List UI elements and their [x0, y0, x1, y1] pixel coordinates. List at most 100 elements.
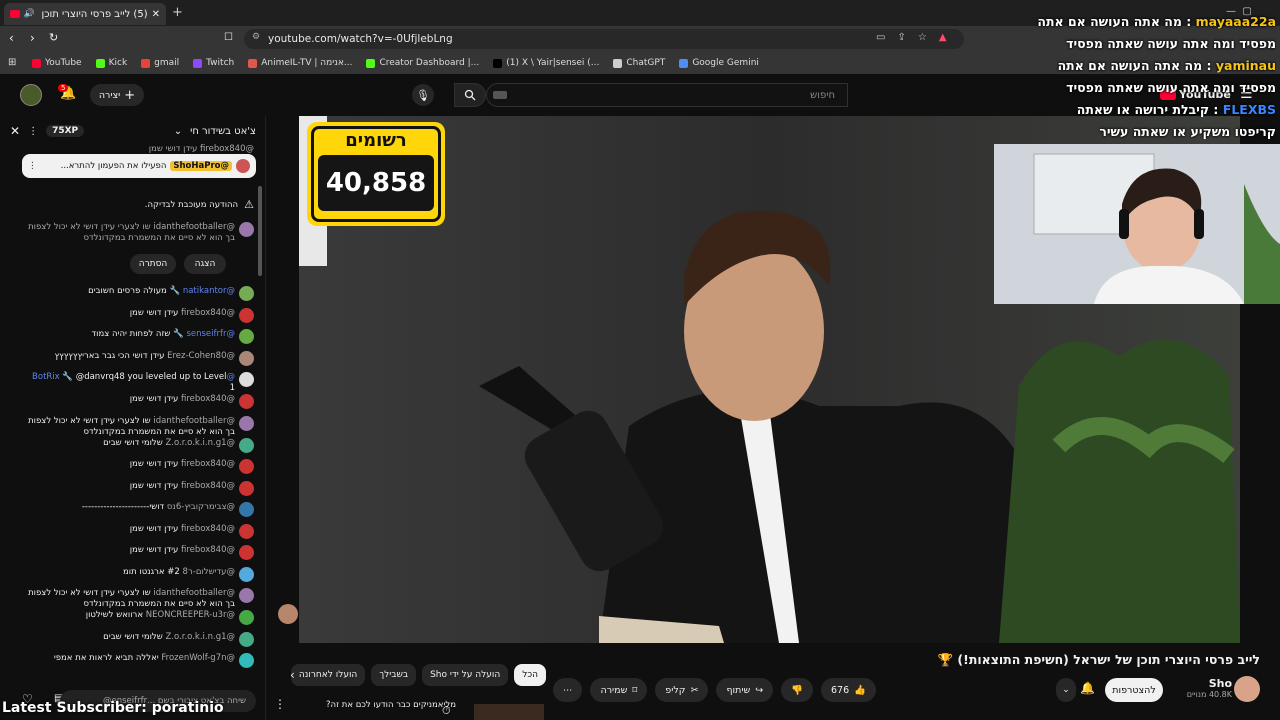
chat-user[interactable]: @firebox840: [181, 459, 235, 469]
chat-user[interactable]: @firebox840: [181, 308, 235, 318]
bell-icon[interactable]: 🔔: [1080, 681, 1095, 695]
chat-text: #2 ארגנטו תומ: [123, 566, 180, 577]
chat-user[interactable]: @firebox840: [181, 481, 235, 491]
chat-user[interactable]: @NEONCREEPER-u3r: [146, 610, 235, 620]
browser-tab[interactable]: 🔊 (5) לייב פרסי היוצרי תוכן של ✕: [4, 3, 166, 25]
chat-user[interactable]: @Z.o.r.o.k.i.n.g1: [165, 632, 235, 642]
chat-user[interactable]: @Z.o.r.o.k.i.n.g1: [165, 438, 235, 448]
clip-button[interactable]: ✂ קליפ: [655, 678, 709, 702]
share-button[interactable]: ↪ שיתוף: [716, 678, 774, 702]
chat-title[interactable]: צ'אט בשידור חי: [190, 126, 256, 137]
chat-user[interactable]: @צבימרקוביץ-6נס: [167, 502, 235, 512]
chat-user[interactable]: @Erez-Cohen80: [167, 351, 235, 361]
search-icon: [464, 89, 476, 101]
chat-user[interactable]: @firebox840: [181, 394, 235, 404]
search-input[interactable]: חיפוש: [486, 83, 848, 107]
related-thumbnail[interactable]: [474, 704, 544, 720]
xp-badge[interactable]: 75XP: [46, 125, 85, 137]
chat-user[interactable]: @natikantor: [183, 286, 235, 296]
more-options-icon[interactable]: ⋮: [274, 697, 286, 711]
save-label: שמירה: [600, 684, 628, 696]
chat-user[interactable]: @FrozenWolf-g7n: [161, 653, 235, 663]
latest-subscriber-overlay: Latest Subscriber: poratinio: [2, 700, 224, 716]
search-button[interactable]: [454, 83, 486, 107]
chat-scrollbar[interactable]: [258, 186, 262, 276]
url-actions: ▭ ⇪ ☆ ▲: [876, 32, 947, 43]
reload-icon[interactable]: ↻: [49, 31, 58, 44]
filter-chip[interactable]: הועלה על ידי Sho: [422, 664, 509, 686]
bookmark-favicon-icon: [95, 58, 105, 68]
extension-icon[interactable]: ▲: [939, 32, 947, 43]
chevron-left-icon[interactable]: ‹: [290, 668, 295, 682]
channel-avatar[interactable]: [1234, 676, 1260, 702]
webcam-frame: [994, 144, 1280, 304]
chat-user[interactable]: @firebox840: [181, 545, 235, 555]
pinned-user: @ShoHaPro: [170, 161, 232, 171]
chat-user[interactable]: @idanthefootballer: [153, 416, 235, 426]
bookmark-item[interactable]: YouTube: [32, 58, 82, 68]
cast-icon[interactable]: ▭: [876, 32, 885, 43]
bookmark-item[interactable]: Google Gemini: [679, 58, 759, 68]
chat-user[interactable]: @עדישלום-ר8: [183, 567, 235, 577]
apps-grid-icon[interactable]: ⊞: [8, 57, 16, 68]
speaker-icon[interactable]: 🔊: [24, 9, 35, 19]
chat-user[interactable]: @firebox840: [181, 524, 235, 534]
bookmark-item[interactable]: ChatGPT: [613, 58, 665, 68]
filter-chip[interactable]: הכל: [514, 664, 546, 686]
filter-chip[interactable]: הועלו לאחרונה: [290, 664, 366, 686]
keyboard-icon[interactable]: [493, 91, 507, 99]
overlay-text: : קיבלת ירושה או שאתה: [1076, 102, 1219, 117]
bookmark-icon[interactable]: ☐: [224, 32, 233, 43]
chat-message: @Erez-Cohen80 עידן דושי הכי גבר באריץץץץ…: [28, 350, 254, 366]
avatar: [239, 566, 254, 582]
back-icon[interactable]: ‹: [9, 31, 14, 45]
subscribe-button[interactable]: להצטרפות: [1105, 678, 1163, 702]
avatar: [239, 222, 254, 237]
like-button[interactable]: 👍 676: [821, 678, 876, 702]
forward-icon[interactable]: ›: [30, 31, 35, 45]
more-options-icon[interactable]: ⋮: [28, 161, 37, 171]
avatar: [239, 523, 254, 539]
bookmark-favicon-icon: [613, 58, 623, 68]
bookmark-item[interactable]: Twitch: [193, 58, 234, 68]
site-info-icon[interactable]: ⚙: [252, 32, 260, 42]
channel-info[interactable]: Sho 40.8K מנויים: [1168, 677, 1232, 699]
avatar: [239, 286, 254, 301]
voice-search-button[interactable]: 🎙: [412, 84, 434, 106]
microphone-icon: 🎙: [416, 88, 430, 102]
save-button[interactable]: ⌑ שמירה: [590, 678, 648, 702]
bookmark-item[interactable]: AnimeIL-TV | אנימה...: [248, 58, 352, 68]
pinned-message[interactable]: @ShoHaPro הפעילו את הפעמון להתרא... ⋮: [22, 154, 256, 178]
channel-name[interactable]: Sho: [1168, 677, 1232, 690]
account-avatar[interactable]: [20, 84, 42, 106]
chat-message: @firebox840 עידן דושי שמן: [28, 523, 254, 539]
bookmark-item[interactable]: gmail: [141, 58, 179, 68]
avatar: [239, 394, 254, 409]
chat-text: שלומי דושי שבים: [103, 437, 163, 448]
star-icon[interactable]: ☆: [918, 32, 927, 43]
related-video-title[interactable]: מליאמניקים כבר הודעו לכם את זה?: [296, 700, 456, 710]
streamer-webcam: [994, 144, 1280, 304]
hide-button[interactable]: הסתרה: [130, 254, 176, 274]
bookmark-item[interactable]: Kick: [95, 58, 127, 68]
share-icon[interactable]: ⇪: [897, 32, 905, 43]
dislike-button[interactable]: 👎: [781, 678, 814, 702]
new-tab-button[interactable]: +: [172, 5, 183, 20]
chat-user[interactable]: @idanthefootballer: [153, 588, 235, 598]
create-button[interactable]: יצירה +: [90, 84, 144, 106]
show-button[interactable]: הצגה: [184, 254, 226, 274]
url-bar[interactable]: ⚙ youtube.com/watch?v=-0UfjlebLng: [244, 29, 964, 49]
chat-message: @firebox840 עידן דושי שמן: [28, 480, 254, 496]
filter-chip[interactable]: בשבילך: [371, 664, 417, 686]
chevron-down-icon[interactable]: ⌄: [174, 126, 182, 137]
close-tab-icon[interactable]: ✕: [152, 9, 160, 20]
more-actions-button[interactable]: ⋯: [552, 678, 583, 702]
live-chat-panel: צ'אט בשידור חי ⌄ 75XP ⋮ ✕ @firebox840 עי…: [0, 116, 266, 720]
chat-user[interactable]: @senseifrfr: [186, 329, 235, 339]
subscription-options-button[interactable]: ⌄: [1056, 678, 1076, 702]
bookmark-item[interactable]: Creator Dashboard |...: [366, 58, 479, 68]
more-options-icon[interactable]: ⋮: [28, 126, 38, 137]
close-chat-icon[interactable]: ✕: [10, 124, 20, 138]
bookmark-item[interactable]: (1) X \ Yair|sensei (...: [493, 58, 599, 68]
warning-icon: ⚠: [244, 198, 254, 211]
